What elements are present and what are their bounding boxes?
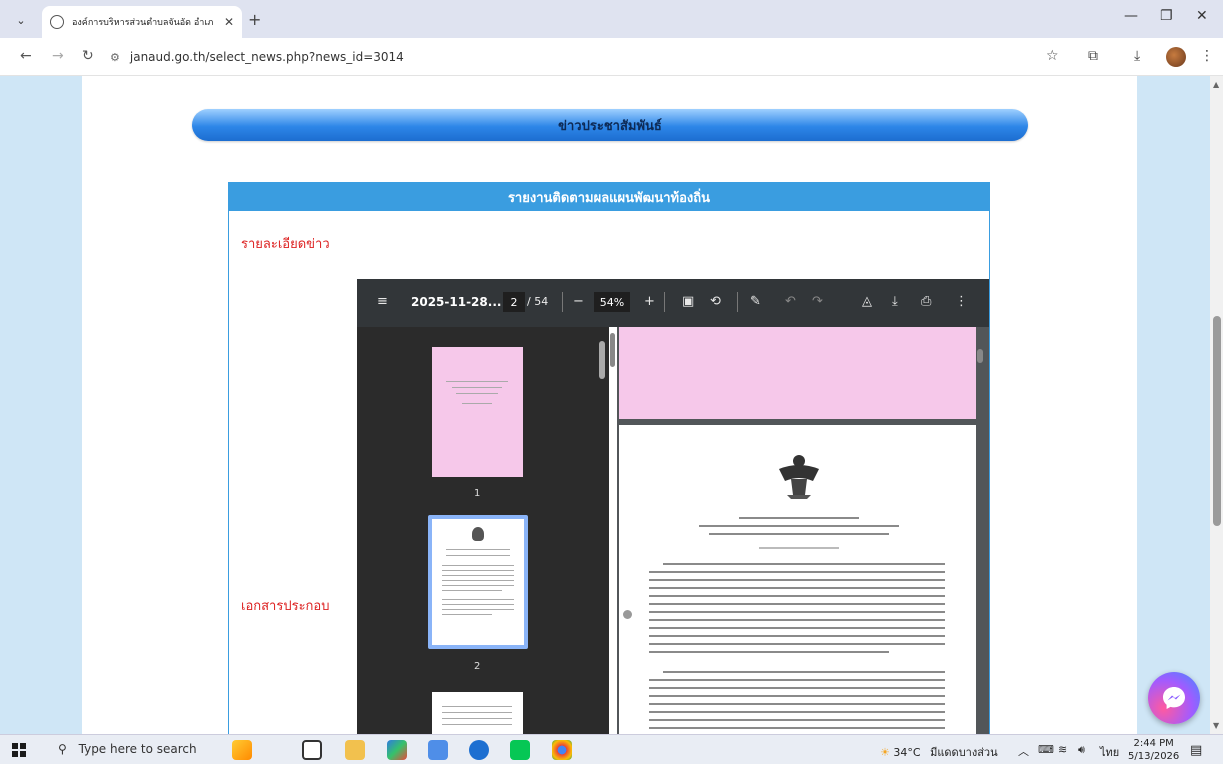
thumbnail-page-2[interactable]: [428, 515, 528, 649]
url-text: janaud.go.th/select_news.php?news_id=301…: [129, 50, 404, 64]
task-view-icon[interactable]: [302, 740, 322, 760]
bookmark-star-icon[interactable]: ☆: [1046, 48, 1059, 64]
tab-strip: ⌄ องค์การบริหารส่วนตำบลจันอัด อำเภ ✕ + —…: [0, 0, 1223, 38]
taskbar-search[interactable]: ⚲ Type here to search: [58, 742, 197, 756]
toolbar-divider: [737, 292, 738, 312]
hidden-icons-chevron[interactable]: ︿: [1018, 743, 1029, 759]
zoom-in-button[interactable]: +: [644, 294, 655, 309]
forward-button[interactable]: →: [52, 48, 64, 64]
download-pdf-icon[interactable]: ⤓: [892, 294, 898, 309]
scrollbar-thumb[interactable]: [1213, 316, 1221, 526]
photos-icon[interactable]: [428, 740, 448, 760]
menu-icon[interactable]: ≡: [377, 294, 388, 309]
attachments-label: เอกสารประกอบ: [241, 599, 330, 614]
weather-temp: 34°C: [893, 746, 921, 759]
pdf-toolbar: ≡ 2025-11-28... 2 / 54 − 54% + ▣ ⟲ ✎ ↶ ↷…: [357, 279, 989, 327]
minimize-button[interactable]: —: [1124, 8, 1138, 24]
tab-search-chevron-icon[interactable]: ⌄: [10, 9, 32, 31]
page-number-input[interactable]: 2: [503, 292, 525, 312]
thumbnail-image: [432, 347, 523, 477]
scroll-up-icon[interactable]: ▲: [1213, 80, 1219, 89]
zoom-input[interactable]: 54%: [594, 292, 630, 312]
search-placeholder: Type here to search: [78, 742, 197, 756]
input-language[interactable]: ไทย: [1100, 743, 1119, 761]
weather-icon: ☀: [880, 746, 890, 759]
notification-icon[interactable]: ▤: [1190, 743, 1202, 758]
draw-icon[interactable]: ✎: [750, 294, 761, 309]
browser-tab[interactable]: องค์การบริหารส่วนตำบลจันอัด อำเภ ✕: [42, 6, 242, 38]
address-field[interactable]: ⚙ janaud.go.th/select_news.php?news_id=3…: [110, 44, 1090, 70]
pdf-page-1-bottom: [619, 327, 976, 419]
address-toolbar: ← → ↻ ⚙ janaud.go.th/select_news.php?new…: [0, 38, 1223, 76]
system-clock[interactable]: 2:44 PM 5/13/2026: [1128, 737, 1179, 763]
clock-time: 2:44 PM: [1133, 738, 1174, 749]
panel-header: รายงานติดตามผลแผนพัฒนาท้องถิ่น: [229, 183, 989, 211]
close-window-button[interactable]: ✕: [1196, 8, 1208, 24]
pdf-viewer[interactable]: ≡ 2025-11-28... 2 / 54 − 54% + ▣ ⟲ ✎ ↶ ↷…: [357, 279, 989, 752]
fit-page-icon[interactable]: ▣: [682, 294, 694, 309]
file-explorer-icon[interactable]: [345, 740, 365, 760]
panel-title: รายงานติดตามผลแผนพัฒนาท้องถิ่น: [507, 190, 711, 206]
thumbnail-page-1[interactable]: [432, 347, 523, 477]
garuda-emblem-icon: [779, 455, 819, 499]
search-icon: ⚲: [58, 742, 67, 756]
toolbar-divider: [562, 292, 563, 312]
page-scrollbar[interactable]: ▲ ▼: [1210, 76, 1223, 734]
download-icon[interactable]: ⤓: [1134, 48, 1140, 64]
sidebar-scrollbar[interactable]: [599, 341, 605, 379]
thumbnail-sidebar[interactable]: 1 2: [357, 327, 609, 752]
rotate-icon[interactable]: ⟲: [710, 294, 721, 309]
extensions-icon[interactable]: ⧉: [1088, 48, 1098, 64]
windows-start-icon[interactable]: [12, 743, 26, 757]
page-total: / 54: [527, 295, 549, 308]
chrome-alt-icon[interactable]: [387, 740, 407, 760]
site-info-icon[interactable]: ⚙: [110, 51, 120, 64]
weather-widget[interactable]: ☀ 34°C มีแดดบางส่วน: [880, 743, 998, 761]
messenger-chat-button[interactable]: [1148, 672, 1200, 724]
back-button[interactable]: ←: [20, 48, 32, 64]
new-tab-button[interactable]: +: [248, 10, 261, 29]
chrome-icon[interactable]: [552, 740, 572, 760]
app-icon[interactable]: [469, 740, 489, 760]
line-app-icon[interactable]: [510, 740, 530, 760]
news-detail-label: รายละเอียดข่าว: [241, 237, 330, 252]
news-banner: ข่าวประชาสัมพันธ์: [192, 109, 1028, 141]
document-scrollbar[interactable]: [977, 349, 983, 363]
scroll-down-icon[interactable]: ▼: [1213, 721, 1219, 730]
page-marker-dot: [623, 610, 632, 619]
volume-icon[interactable]: 🔊︎: [1078, 743, 1085, 757]
sidebar-resize-handle[interactable]: [609, 327, 617, 734]
save-annotation-icon[interactable]: ◬: [862, 294, 872, 309]
print-icon[interactable]: ⎙: [921, 294, 931, 309]
profile-avatar[interactable]: [1166, 47, 1186, 67]
pdf-file-name: 2025-11-28...: [411, 295, 502, 309]
windows-taskbar: ⚲ Type here to search ☀ 34°C มีแดดบางส่ว…: [0, 734, 1223, 764]
reload-button[interactable]: ↻: [82, 48, 94, 64]
globe-icon: [50, 15, 64, 29]
thumbnail-number: 1: [474, 488, 481, 499]
weather-text: มีแดดบางส่วน: [930, 746, 998, 759]
pdf-more-icon[interactable]: ⋮: [955, 294, 968, 309]
wifi-icon[interactable]: ≋: [1058, 743, 1067, 756]
banner-title: ข่าวประชาสัมพันธ์: [558, 118, 662, 134]
toolbar-divider: [664, 292, 665, 312]
network-icon[interactable]: ⌨: [1038, 743, 1054, 756]
pdf-page-2: [619, 425, 976, 745]
messenger-icon: [1163, 687, 1185, 709]
redo-icon[interactable]: ↷: [812, 294, 823, 309]
copilot-icon[interactable]: [232, 740, 252, 760]
clock-date: 5/13/2026: [1128, 751, 1180, 762]
restore-button[interactable]: ❐: [1160, 8, 1173, 24]
tab-title: องค์การบริหารส่วนตำบลจันอัด อำเภ: [72, 18, 214, 28]
close-tab-icon[interactable]: ✕: [224, 15, 234, 29]
thumbnail-image: [432, 519, 524, 645]
undo-icon[interactable]: ↶: [785, 294, 796, 309]
pdf-document-area[interactable]: [609, 327, 989, 745]
zoom-out-button[interactable]: −: [573, 294, 584, 309]
thumbnail-number: 2: [474, 661, 481, 672]
more-menu-icon[interactable]: ⋮: [1200, 48, 1214, 64]
